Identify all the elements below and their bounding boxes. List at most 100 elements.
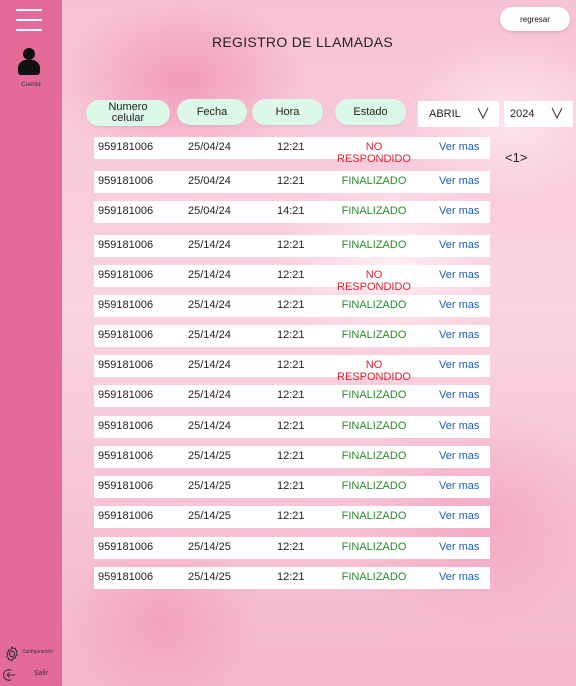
cell-hora: 14:21 bbox=[277, 205, 305, 217]
ver-mas-link[interactable]: Ver mas bbox=[439, 480, 479, 492]
cell-fecha: 25/14/24 bbox=[188, 299, 231, 311]
cell-fecha: 25/14/25 bbox=[188, 480, 231, 492]
cell-hora: 12:21 bbox=[277, 329, 305, 341]
cuenta-label: Cuenta bbox=[21, 82, 41, 88]
table-row: 959181006 25/14/24 12:21 NO RESPONDIDO Ver m… bbox=[94, 355, 490, 383]
ver-mas-link[interactable]: Ver mas bbox=[439, 359, 479, 371]
cell-estado: FINALIZADO bbox=[341, 571, 407, 583]
menu-icon[interactable] bbox=[16, 9, 42, 31]
cell-estado: NO RESPONDIDO bbox=[337, 359, 411, 383]
ver-mas-link[interactable]: Ver mas bbox=[439, 299, 479, 311]
month-select-value: ABRIL bbox=[429, 108, 461, 120]
config-label[interactable]: Configuración bbox=[22, 649, 53, 655]
cell-fecha: 25/04/24 bbox=[188, 141, 231, 153]
cell-numero: 959181006 bbox=[98, 239, 154, 251]
cell-fecha: 25/14/24 bbox=[188, 269, 231, 281]
year-select[interactable]: 2024 bbox=[504, 101, 573, 127]
table-row: 959181006 25/14/25 12:21 FINALIZADO Ver mas bbox=[94, 506, 490, 528]
ver-mas-link[interactable]: Ver mas bbox=[439, 541, 479, 553]
cell-fecha: 25/04/24 bbox=[188, 205, 231, 217]
cell-hora: 12:21 bbox=[277, 239, 305, 251]
cell-numero: 959181006 bbox=[98, 205, 154, 217]
cell-estado: FINALIZADO bbox=[341, 239, 407, 251]
cell-hora: 12:21 bbox=[277, 141, 305, 153]
cell-numero: 959181006 bbox=[98, 450, 154, 462]
cell-estado: FINALIZADO bbox=[341, 510, 407, 522]
table-row: 959181006 25/14/24 12:21 FINALIZADO Ver mas bbox=[94, 416, 490, 438]
table-row: 959181006 25/14/24 12:21 FINALIZADO Ver mas bbox=[94, 295, 490, 317]
ver-mas-link[interactable]: Ver mas bbox=[439, 239, 479, 251]
table-row: 959181006 25/14/24 12:21 FINALIZADO Ver mas bbox=[94, 385, 490, 407]
ver-mas-link[interactable]: Ver mas bbox=[439, 175, 479, 187]
ver-mas-link[interactable]: Ver mas bbox=[439, 389, 479, 401]
cell-estado: FINALIZADO bbox=[341, 480, 407, 492]
cell-estado: FINALIZADO bbox=[341, 329, 407, 341]
table-row: 959181006 25/14/25 12:21 FINALIZADO Ver mas bbox=[94, 446, 490, 468]
cell-numero: 959181006 bbox=[98, 389, 154, 401]
table-row: 959181006 25/14/24 12:21 FINALIZADO Ver mas bbox=[94, 235, 490, 257]
table-row: 959181006 25/14/24 12:21 NO RESPONDIDO Ver m… bbox=[94, 265, 490, 293]
cell-numero: 959181006 bbox=[98, 480, 154, 492]
cell-numero: 959181006 bbox=[98, 510, 154, 522]
cell-hora: 12:21 bbox=[277, 389, 305, 401]
cell-estado: NO RESPONDIDO bbox=[337, 141, 411, 165]
cell-hora: 12:21 bbox=[277, 510, 305, 522]
logout-icon[interactable] bbox=[3, 668, 17, 682]
cell-hora: 12:21 bbox=[277, 359, 305, 371]
table-row: 959181006 25/14/25 12:21 FINALIZADO Ver mas bbox=[94, 567, 490, 589]
ver-mas-link[interactable]: Ver mas bbox=[439, 141, 479, 153]
gear-icon[interactable] bbox=[3, 645, 21, 663]
column-header-numero-label: Numero celular bbox=[108, 101, 148, 124]
cell-estado: FINALIZADO bbox=[341, 205, 407, 217]
sidebar: Cuenta Configuración Salir bbox=[0, 0, 62, 686]
page-title: REGISTRO DE LLAMADAS bbox=[212, 34, 394, 50]
salir-label[interactable]: Salir bbox=[34, 670, 48, 677]
chevron-down-icon bbox=[551, 107, 563, 120]
regresar-button[interactable]: regresar bbox=[500, 7, 570, 31]
cell-numero: 959181006 bbox=[98, 269, 154, 281]
cell-estado: FINALIZADO bbox=[341, 541, 407, 553]
cell-fecha: 25/04/24 bbox=[188, 175, 231, 187]
cell-fecha: 25/14/25 bbox=[188, 510, 231, 522]
cell-estado: NO RESPONDIDO bbox=[337, 269, 411, 293]
cell-numero: 959181006 bbox=[98, 141, 154, 153]
cell-numero: 959181006 bbox=[98, 541, 154, 553]
cell-fecha: 25/14/24 bbox=[188, 359, 231, 371]
ver-mas-link[interactable]: Ver mas bbox=[439, 510, 479, 522]
cell-estado: FINALIZADO bbox=[341, 450, 407, 462]
cell-fecha: 25/14/24 bbox=[188, 239, 231, 251]
cell-fecha: 25/14/25 bbox=[188, 571, 231, 583]
cell-estado: FINALIZADO bbox=[341, 299, 407, 311]
cell-hora: 12:21 bbox=[277, 299, 305, 311]
column-header-hora[interactable]: Hora bbox=[252, 99, 323, 125]
column-header-estado[interactable]: Estado bbox=[335, 99, 406, 125]
table-row: 959181006 25/14/25 12:21 FINALIZADO Ver mas bbox=[94, 537, 490, 559]
ver-mas-link[interactable]: Ver mas bbox=[439, 571, 479, 583]
user-icon[interactable] bbox=[18, 48, 40, 76]
cell-numero: 959181006 bbox=[98, 299, 154, 311]
cell-fecha: 25/14/24 bbox=[188, 389, 231, 401]
month-select[interactable]: ABRIL bbox=[418, 101, 499, 127]
column-header-fecha[interactable]: Fecha bbox=[177, 99, 247, 125]
cell-fecha: 25/14/25 bbox=[188, 450, 231, 462]
cell-hora: 12:21 bbox=[277, 420, 305, 432]
cell-numero: 959181006 bbox=[98, 359, 154, 371]
table-row: 959181006 25/04/24 14:21 FINALIZADO Ver mas bbox=[94, 201, 490, 223]
cell-numero: 959181006 bbox=[98, 329, 154, 341]
cell-hora: 12:21 bbox=[277, 480, 305, 492]
cell-hora: 12:21 bbox=[277, 269, 305, 281]
pagination[interactable]: <1> bbox=[505, 150, 527, 165]
column-header-numero[interactable]: Numero celular bbox=[86, 100, 170, 126]
ver-mas-link[interactable]: Ver mas bbox=[439, 269, 479, 281]
ver-mas-link[interactable]: Ver mas bbox=[439, 329, 479, 341]
ver-mas-link[interactable]: Ver mas bbox=[439, 450, 479, 462]
cell-hora: 12:21 bbox=[277, 541, 305, 553]
ver-mas-link[interactable]: Ver mas bbox=[439, 205, 479, 217]
cell-fecha: 25/14/25 bbox=[188, 541, 231, 553]
cell-hora: 12:21 bbox=[277, 175, 305, 187]
cell-numero: 959181006 bbox=[98, 420, 154, 432]
cell-fecha: 25/14/24 bbox=[188, 420, 231, 432]
cell-fecha: 25/14/24 bbox=[188, 329, 231, 341]
table-row: 959181006 25/04/24 12:21 FINALIZADO Ver mas bbox=[94, 171, 490, 193]
ver-mas-link[interactable]: Ver mas bbox=[439, 420, 479, 432]
